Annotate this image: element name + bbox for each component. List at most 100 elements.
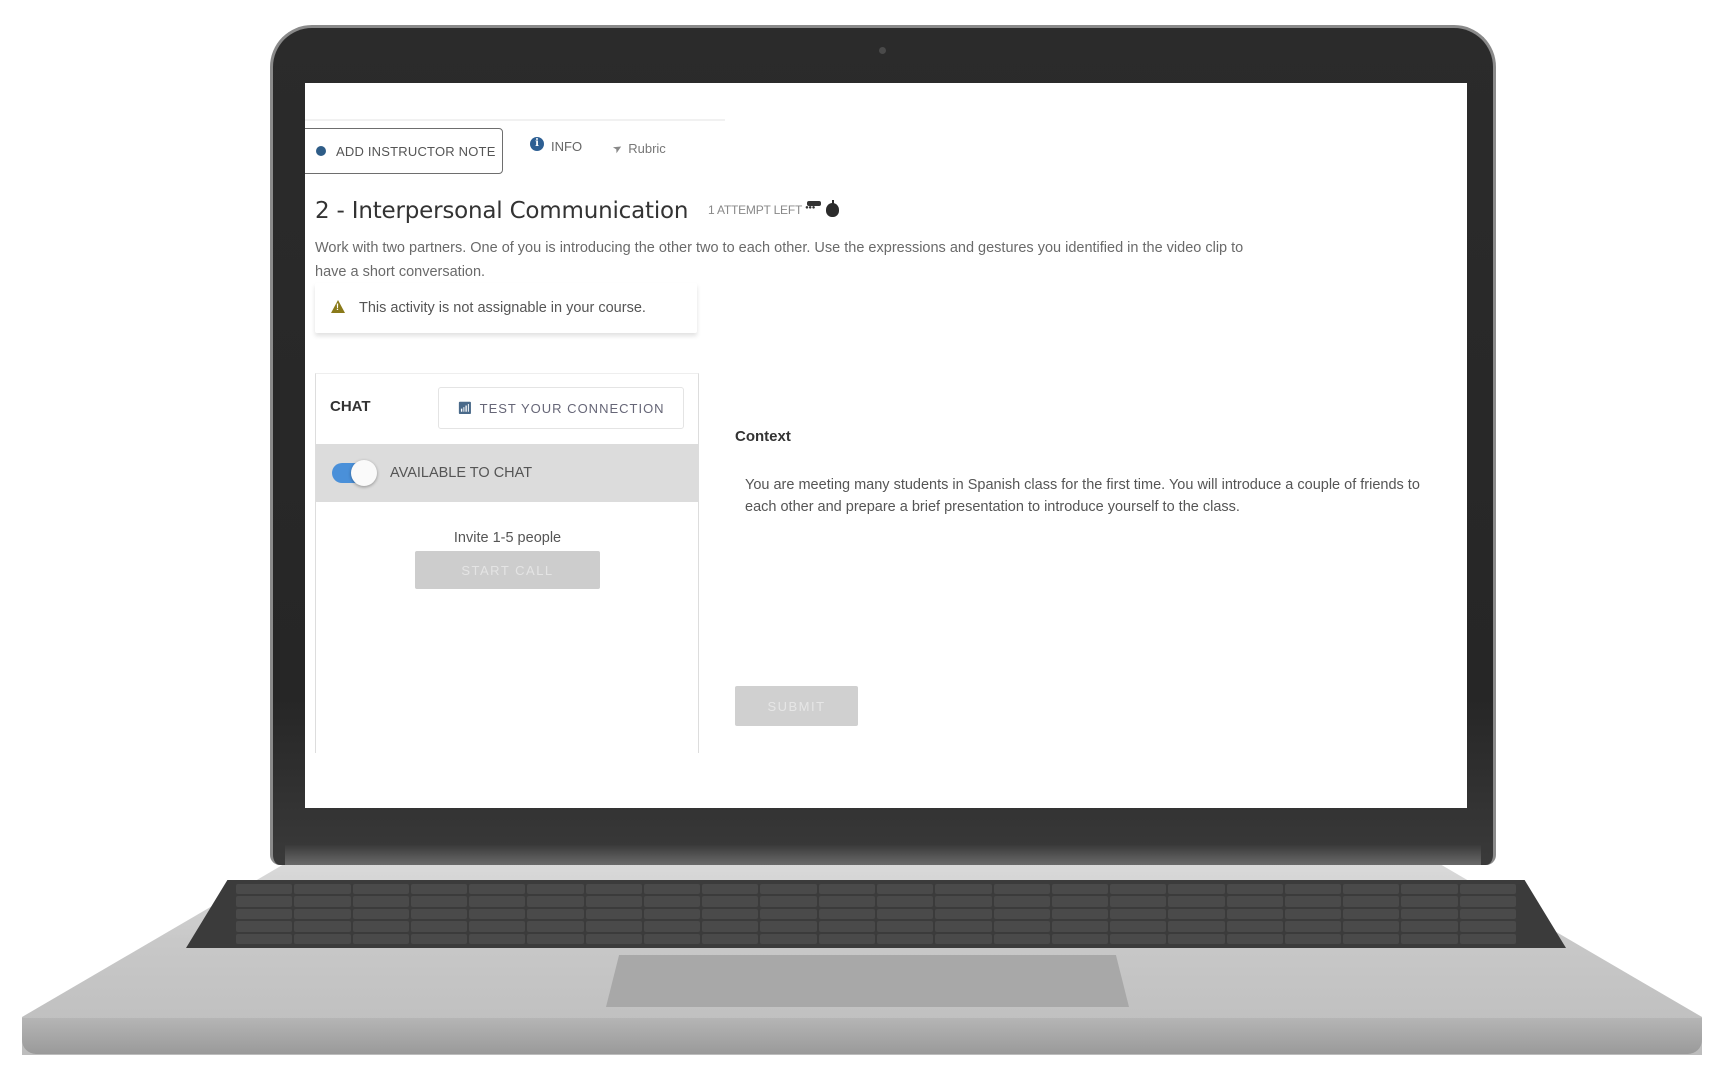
- info-link[interactable]: i INFO: [530, 136, 583, 154]
- keyboard-key: [818, 921, 875, 932]
- keyboard-key: [1284, 921, 1342, 932]
- start-call-button[interactable]: START CALL: [415, 551, 600, 589]
- keyboard-key: [1343, 921, 1400, 932]
- available-label: AVAILABLE TO CHAT: [390, 465, 533, 481]
- keyboard-key: [1051, 896, 1109, 907]
- keyboard-key: [643, 921, 701, 932]
- keyboard-key: [643, 896, 701, 907]
- keyboard-key: [643, 884, 701, 895]
- keyboard-key: [1168, 896, 1225, 907]
- keyboard-key: [935, 908, 992, 920]
- keyboard-key: [1343, 884, 1400, 895]
- keyboard-key: [1110, 884, 1167, 895]
- invite-text: Invite 1-5 people: [453, 530, 562, 546]
- keyboard: [186, 880, 1566, 948]
- keyboard-key: [702, 933, 759, 944]
- keyboard-key: [236, 908, 293, 920]
- available-to-chat-toggle[interactable]: [332, 460, 377, 486]
- robot-icon: [805, 201, 825, 217]
- keyboard-key: [1110, 921, 1167, 932]
- info-label: INFO: [551, 139, 583, 154]
- keyboard-key: [1284, 933, 1342, 944]
- availability-row: AVAILABLE TO CHAT: [316, 444, 699, 502]
- keyboard-key: [935, 933, 992, 944]
- screen: ADD INSTRUCTOR NOTE i INFO ➤ Rubric 2 - …: [305, 83, 1467, 808]
- keyboard-key: [585, 908, 642, 920]
- keyboard-key: [702, 908, 759, 920]
- info-icon: i: [530, 136, 544, 151]
- keyboard-key: [993, 908, 1050, 920]
- keyboard-key: [585, 884, 642, 895]
- keyboard-key: [877, 908, 934, 920]
- keyboard-key: [585, 921, 642, 932]
- keyboard-key: [1226, 921, 1283, 932]
- keyboard-key: [236, 933, 293, 944]
- keyboard-key: [527, 921, 584, 932]
- add-instructor-note-button[interactable]: ADD INSTRUCTOR NOTE: [305, 128, 503, 174]
- keyboard-key: [818, 908, 875, 920]
- attempts-indicator: 1 ATTEMPT LEFT: [708, 200, 840, 217]
- keyboard-key: [1401, 921, 1458, 932]
- keyboard-key: [877, 933, 934, 944]
- keyboard-key: [352, 921, 409, 932]
- activity-title: 2 - Interpersonal Communication: [315, 198, 689, 224]
- keyboard-key: [877, 884, 934, 895]
- keyboard-key: [1459, 921, 1516, 932]
- keyboard-key: [993, 884, 1050, 895]
- keyboard-key: [877, 921, 934, 932]
- chat-panel: CHAT 📶︎ TEST YOUR CONNECTION AVAILABLE T…: [315, 373, 699, 753]
- keyboard-key: [410, 908, 468, 920]
- warning-icon: [331, 299, 345, 313]
- keyboard-key: [760, 896, 817, 907]
- keyboard-key: [410, 921, 468, 932]
- keyboard-key: [993, 933, 1050, 944]
- keyboard-key: [1168, 908, 1225, 920]
- context-text: You are meeting many students in Spanish…: [745, 477, 1420, 515]
- keyboard-key: [1051, 908, 1109, 920]
- keyboard-key: [935, 921, 992, 932]
- keyboard-key: [1226, 908, 1283, 920]
- rubric-link[interactable]: ➤ Rubric: [611, 141, 666, 156]
- keyboard-key: [1284, 896, 1342, 907]
- keyboard-key: [294, 933, 351, 944]
- keyboard-key: [760, 933, 817, 944]
- keyboard-key: [469, 933, 526, 944]
- keyboard-key: [702, 921, 759, 932]
- activity-description: Work with two partners. One of you is in…: [315, 240, 1244, 280]
- keyboard-key: [352, 884, 409, 895]
- keyboard-key: [760, 921, 817, 932]
- keyboard-key: [1110, 896, 1167, 907]
- keyboard-key: [585, 896, 642, 907]
- keyboard-key: [993, 896, 1050, 907]
- attempt-icons: [805, 200, 840, 217]
- toolbar-divider: [305, 119, 725, 121]
- keyboard-key: [352, 933, 409, 944]
- not-assignable-alert: This activity is not assignable in your …: [315, 283, 697, 333]
- keyboard-key: [236, 884, 293, 895]
- keyboard-key: [760, 884, 817, 895]
- rubric-label: Rubric: [628, 141, 666, 156]
- keyboard-key: [469, 896, 526, 907]
- laptop-hinge: [285, 845, 1481, 865]
- keyboard-key: [935, 896, 992, 907]
- keyboard-key: [1401, 908, 1458, 920]
- keyboard-key: [527, 884, 584, 895]
- context-title: Context: [735, 428, 791, 445]
- keyboard-key: [527, 933, 584, 944]
- webcam: [879, 47, 886, 54]
- keyboard-key: [1284, 884, 1342, 895]
- toggle-knob: [351, 460, 377, 486]
- test-connection-button[interactable]: 📶︎ TEST YOUR CONNECTION: [438, 387, 684, 429]
- keyboard-key: [1226, 933, 1283, 944]
- keyboard-key: [1401, 884, 1458, 895]
- keyboard-key: [818, 933, 875, 944]
- keyboard-key: [236, 921, 293, 932]
- keyboard-key: [1459, 896, 1516, 907]
- add-note-label: ADD INSTRUCTOR NOTE: [336, 143, 496, 159]
- keyboard-key: [1401, 896, 1458, 907]
- keyboard-key: [1459, 908, 1516, 920]
- keyboard-key: [294, 896, 351, 907]
- submit-button[interactable]: SUBMIT: [735, 686, 858, 726]
- keyboard-key: [1284, 908, 1342, 920]
- keyboard-key: [352, 896, 409, 907]
